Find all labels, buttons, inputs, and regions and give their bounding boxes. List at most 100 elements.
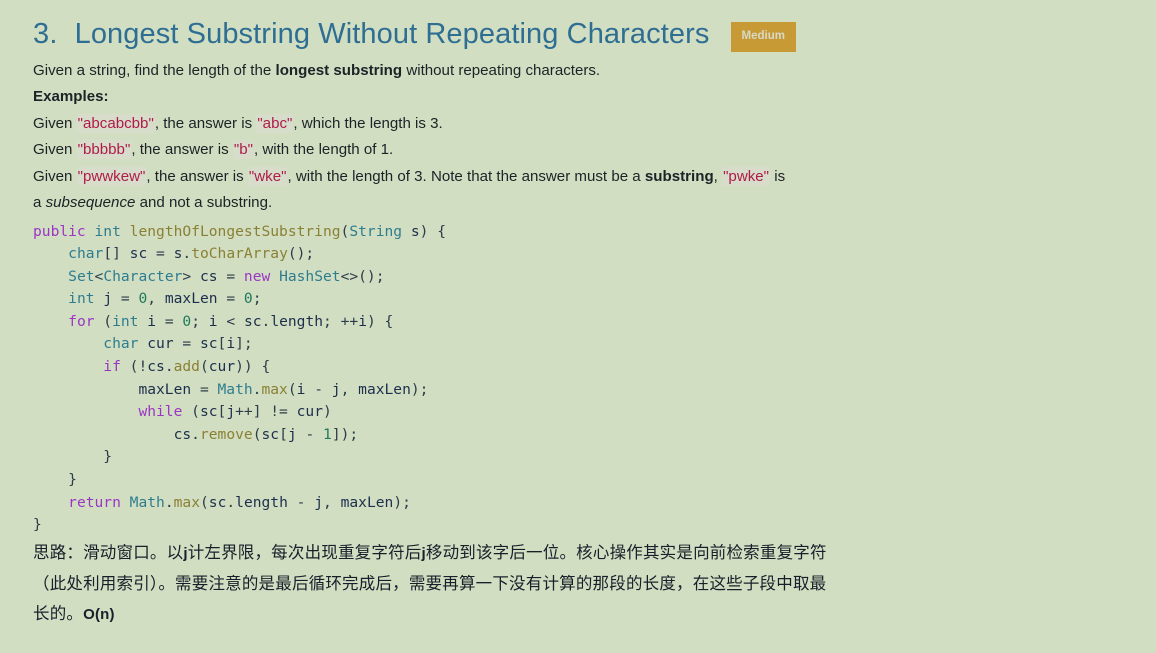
code-token: . (226, 493, 236, 511)
example-text-d: , (713, 167, 723, 185)
code-line: } (33, 469, 1126, 492)
example-input-code: "bbbbb" (76, 140, 132, 159)
code-token: int (94, 222, 121, 240)
examples-label: Examples: (33, 88, 109, 105)
code-token: - (305, 380, 332, 398)
code-token: } (33, 516, 42, 534)
code-token: char (103, 335, 139, 353)
code-token: . (182, 245, 192, 263)
problem-description: Given a string, find the length of the l… (33, 58, 1126, 217)
code-token: = (191, 380, 218, 398)
code-line: } (33, 514, 1126, 537)
code-token: sc (243, 312, 262, 330)
code-token: Math (217, 380, 253, 398)
note-text-d: 长的。 (33, 603, 84, 623)
example-line: Given "pwwkew", the answer is "wke", wit… (33, 164, 1126, 191)
code-token: ; (191, 312, 209, 330)
example-text-b: , the answer is (131, 141, 233, 158)
code-token: ]; (235, 335, 253, 353)
code-token: = (112, 290, 139, 308)
example-input-code: "abcabcbb" (76, 113, 155, 133)
code-token: int (112, 312, 139, 330)
code-token: <>(); (340, 267, 385, 285)
example-line-continued: a subsequence and not a substring. (33, 190, 1126, 217)
code-token: i (147, 312, 157, 330)
code-token: 0 (138, 290, 148, 308)
code-token: . (191, 425, 200, 443)
note-line-3: 长的。O(n) (33, 599, 1126, 630)
code-token: maxLen (358, 380, 411, 398)
code-token: int (68, 290, 95, 308)
code-token: ++] != (235, 403, 297, 421)
code-token: j (287, 425, 297, 443)
example-text-b: , the answer is (146, 167, 248, 185)
code-token: while (138, 403, 183, 421)
code-token: . (164, 358, 174, 376)
code-token: new (243, 267, 271, 285)
code-token: ( (182, 403, 200, 421)
description-line-1: Given a string, find the length of the l… (33, 58, 1126, 85)
code-token: ); (410, 380, 429, 398)
code-token: max (173, 493, 200, 511)
complexity-label: O(n) (83, 605, 115, 623)
note-text-b: 计左界限，每次出现重复字符后 (187, 542, 422, 562)
code-token: < (94, 267, 104, 285)
code-token: cs (147, 358, 165, 376)
code-token: ) { (366, 312, 394, 330)
code-token: for (68, 312, 95, 330)
note-line-1: 思路：滑动窗口。以j计左界限，每次出现重复字符后j移动到该字后一位。核心操作其实… (33, 538, 1126, 569)
code-token: = (147, 245, 174, 263)
example-text-f-a: a (33, 194, 46, 211)
code-token: ; (252, 290, 262, 308)
code-token: ]); (331, 425, 359, 443)
example-text-f-b: and not a substring. (135, 194, 273, 211)
example-output-code: "wke" (247, 166, 288, 186)
example-italic-subsequence: subsequence (45, 194, 136, 211)
code-token: Set (68, 267, 95, 285)
code-token: (! (120, 358, 148, 376)
code-line: Set<Character> cs = new HashSet<>(); (33, 266, 1126, 289)
example-output-code: "b" (232, 140, 254, 159)
code-token: 1 (323, 425, 332, 443)
code-token: , (147, 290, 165, 308)
code-token: s (410, 222, 420, 240)
code-token: cur (296, 403, 323, 421)
code-token: ( (199, 493, 209, 511)
code-token: i (208, 312, 218, 330)
code-line: } (33, 446, 1126, 469)
example-counterexample-code: "pwke" (722, 166, 771, 186)
code-token: add (173, 358, 200, 376)
code-token: sc (208, 493, 227, 511)
example-text-a: Given (33, 141, 77, 158)
code-token: sc (199, 335, 218, 353)
code-token: j (331, 380, 341, 398)
code-line: while (sc[j++] != cur) (33, 401, 1126, 424)
code-token: cs (173, 425, 192, 443)
code-token: char (68, 245, 104, 263)
solution-note: 思路：滑动窗口。以j计左界限，每次出现重复字符后j移动到该字后一位。核心操作其实… (33, 538, 1126, 630)
example-text-a: Given (33, 167, 77, 185)
example-line: Given "bbbbb", the answer is "b", with t… (33, 137, 1126, 164)
code-block: public int lengthOfLongestSubstring (Stri… (33, 221, 1126, 537)
code-token: . (164, 493, 174, 511)
code-token: = (156, 312, 183, 330)
code-token: maxLen (164, 290, 218, 308)
code-token: , (340, 380, 359, 398)
code-token: } (33, 448, 113, 466)
note-text-a: 思路：滑动窗口。以 (33, 542, 184, 562)
example-input-code: "pwwkew" (76, 166, 147, 186)
description-text-b: without repeating characters. (402, 61, 601, 79)
code-token: remove (199, 425, 253, 443)
code-token: ; ++ (323, 312, 359, 330)
